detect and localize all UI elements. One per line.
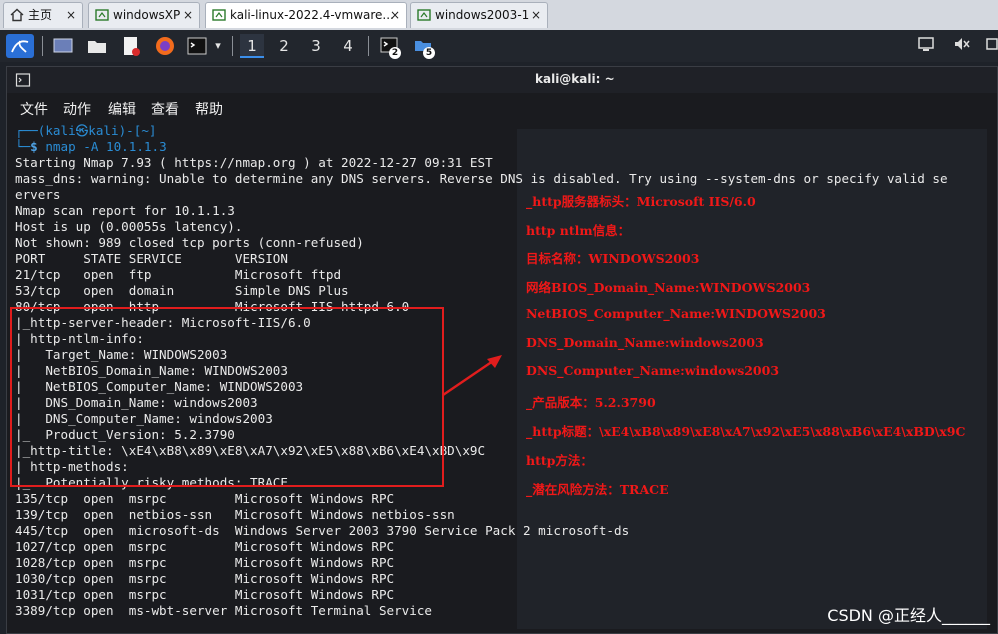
menu-help[interactable]: 帮助: [195, 99, 223, 119]
annotation-note: _潜在风险方法：TRACE: [526, 482, 669, 497]
kali-top-panel: ▾ 1 2 3 4 2 5: [0, 30, 998, 62]
workspace-1[interactable]: 1: [240, 34, 264, 58]
panel-separator: [42, 36, 43, 56]
console-line: 139/tcp open netbios-ssn Microsoft Windo…: [15, 507, 455, 522]
console-line: ┌──(kali㉿kali)-[~]: [15, 123, 948, 139]
annotation-note: _产品版本：5.2.3790: [526, 395, 656, 410]
menu-actions[interactable]: 动作: [63, 99, 91, 119]
console-line: Starting Nmap 7.93 ( https://nmap.org ) …: [15, 155, 493, 170]
terminal-icon: [187, 37, 207, 55]
annotation-note: 目标名称：WINDOWS2003: [526, 251, 700, 266]
terminal-menubar: 文件 动作 编辑 查看 帮助: [7, 95, 997, 119]
annotation-note: 网络BIOS_Domain_Name:WINDOWS2003: [526, 280, 811, 295]
kali-menu-button[interactable]: [6, 34, 34, 58]
console-line: 1028/tcp open msrpc Microsoft Windows RP…: [15, 555, 395, 570]
console-line: ervers: [15, 187, 61, 202]
prompt-header: ┌──(kali㉿kali)-[~]: [15, 123, 157, 138]
volume-muted-icon: [955, 38, 970, 50]
annotation-note: _http标题：\xE4\xB8\x89\xE8\xA7\x92\xE5\x88…: [526, 424, 966, 439]
window-title: kali@kali: ~: [535, 72, 615, 86]
panel-separator: [368, 36, 369, 56]
vm-icon: [95, 9, 109, 21]
text-editor-icon: [124, 37, 140, 56]
desktop-icon: [53, 38, 73, 53]
monitor-icon: [918, 37, 934, 51]
file-manager-button[interactable]: [84, 34, 110, 58]
tab-label: windowsXP: [113, 8, 181, 22]
menu-view[interactable]: 查看: [151, 99, 179, 119]
text-editor-button[interactable]: [118, 34, 144, 58]
terminal-launcher-button[interactable]: [184, 34, 210, 58]
home-icon: [10, 8, 24, 22]
show-desktop-button[interactable]: [50, 34, 76, 58]
panel-separator: [232, 36, 233, 56]
firefox-button[interactable]: [152, 34, 178, 58]
volume-button[interactable]: [950, 34, 974, 58]
tab-home[interactable]: 主页 ×: [3, 2, 83, 28]
annotation-note: _http服务器标头：Microsoft IIS/6.0: [526, 194, 756, 209]
annotation-note: NetBIOS_Computer_Name:WINDOWS2003: [526, 306, 826, 321]
display-button[interactable]: [914, 34, 938, 58]
network-icon: [986, 38, 998, 50]
annotation-note: http方法：: [526, 453, 593, 468]
command-text: nmap -A 10.1.1.3: [45, 139, 167, 154]
prompt-dollar: $: [30, 139, 46, 154]
close-icon[interactable]: ×: [66, 3, 76, 28]
taskbar-terminal-button[interactable]: 2: [376, 34, 404, 59]
close-icon[interactable]: ×: [531, 3, 541, 28]
terminal-titlebar: kali@kali: ~: [7, 67, 997, 93]
menu-edit[interactable]: 编辑: [108, 99, 136, 119]
terminal-icon: [15, 73, 31, 87]
firefox-icon: [156, 37, 174, 55]
annotation-note: DNS_Computer_Name:windows2003: [526, 363, 780, 378]
tab-windows2003[interactable]: windows2003-1 ×: [410, 2, 548, 28]
console-line: Not shown: 989 closed tcp ports (conn-re…: [15, 235, 364, 250]
annotation-arrow: [442, 355, 502, 396]
console-line: 1030/tcp open msrpc Microsoft Windows RP…: [15, 571, 395, 586]
tab-label: kali-linux-2022.4-vmware...: [230, 8, 394, 22]
taskbar-files-button[interactable]: 5: [410, 34, 438, 59]
console-line: 135/tcp open msrpc Microsoft Windows RPC: [15, 491, 395, 506]
menu-file[interactable]: 文件: [20, 99, 48, 119]
folder-icon: [88, 41, 106, 53]
console-line: Host is up (0.00055s latency).: [15, 219, 243, 234]
tab-windowsxp[interactable]: windowsXP ×: [88, 2, 200, 28]
vm-icon: [417, 9, 431, 21]
annotation-note: http ntlm信息：: [526, 223, 631, 238]
console-line: mass_dns: warning: Unable to determine a…: [15, 171, 948, 186]
window-count-badge: 2: [389, 47, 401, 59]
kali-dragon-icon: [11, 40, 29, 53]
network-button[interactable]: [984, 34, 998, 58]
console-line: 3389/tcp open ms-wbt-server Microsoft Te…: [15, 603, 433, 618]
prompt-corner: └─: [15, 139, 31, 154]
vm-icon: [212, 9, 226, 21]
console-line: 1027/tcp open msrpc Microsoft Windows RP…: [15, 539, 395, 554]
csdn-watermark: CSDN @正经人______: [827, 606, 990, 625]
workspace-4[interactable]: 4: [336, 34, 360, 58]
close-icon[interactable]: ×: [183, 3, 193, 28]
console-line: └─$ nmap -A 10.1.1.3: [15, 139, 948, 155]
close-icon[interactable]: ×: [390, 3, 400, 28]
tab-kali[interactable]: kali-linux-2022.4-vmware... ×: [205, 2, 407, 28]
console-line: 1031/tcp open msrpc Microsoft Windows RP…: [15, 587, 395, 602]
window-count-badge: 5: [423, 47, 435, 59]
console-line: PORT STATE SERVICE VERSION: [15, 251, 288, 266]
tab-label: windows2003-1: [435, 8, 530, 22]
console-line: 445/tcp open microsoft-ds Windows Server…: [15, 523, 630, 538]
annotation-note: DNS_Domain_Name:windows2003: [526, 335, 764, 350]
tab-label: 主页: [28, 8, 53, 22]
workspace-2[interactable]: 2: [272, 34, 296, 58]
console-line: Nmap scan report for 10.1.1.3: [15, 203, 235, 218]
highlight-box: [10, 307, 444, 487]
workspace-3[interactable]: 3: [304, 34, 328, 58]
chevron-down-icon[interactable]: ▾: [210, 34, 226, 58]
vmware-tab-strip: 主页 × windowsXP × kali-linux-2022.4-vmwar…: [0, 0, 998, 31]
